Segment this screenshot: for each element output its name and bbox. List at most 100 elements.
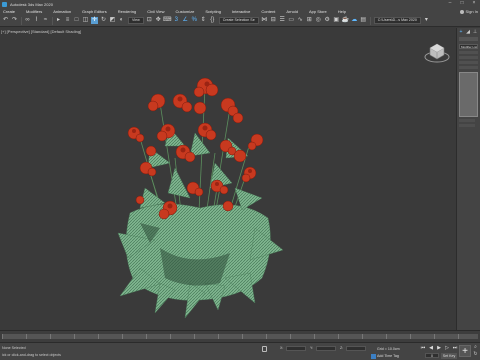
x-label: X: xyxy=(280,346,284,350)
region-select-icon[interactable]: □ xyxy=(73,17,80,24)
select-by-name-icon[interactable]: ≡ xyxy=(64,17,71,24)
reference-coordinate-dropdown[interactable]: View xyxy=(128,17,144,24)
toggle-ribbon-icon[interactable]: ▭ xyxy=(288,17,295,24)
command-panel: + ◢ ⊥ Modifier List xyxy=(456,28,480,330)
x-coordinate-field[interactable] xyxy=(286,346,306,351)
minimize-icon[interactable]: – xyxy=(447,1,453,6)
menu-app-store[interactable]: App Store xyxy=(309,9,327,14)
timeline-tick xyxy=(122,334,123,339)
a360-gallery-icon[interactable]: ▤ xyxy=(360,17,367,24)
go-to-start-icon[interactable]: ⏮ xyxy=(420,345,426,351)
keyboard-shortcut-icon[interactable]: ⌨ xyxy=(163,17,172,24)
menu-bar: Create Modifiers Animation Graph Editors… xyxy=(0,8,480,15)
modifier-stack-row[interactable] xyxy=(459,66,478,69)
stack-tools-bar[interactable] xyxy=(459,124,475,127)
render-in-cloud-icon[interactable]: ☁ xyxy=(351,17,358,24)
perspective-viewport[interactable]: [+] [Perspective] [Standard] [Default Sh… xyxy=(0,28,456,330)
object-name-field[interactable] xyxy=(459,37,478,41)
named-selection-set-dropdown[interactable]: Create Selection Se xyxy=(218,17,259,24)
track-bar[interactable] xyxy=(2,334,478,339)
timeline-tick xyxy=(194,334,195,339)
select-manipulate-icon[interactable]: ✥ xyxy=(155,17,162,24)
undo-icon[interactable]: ↶ xyxy=(2,17,9,24)
next-frame-icon[interactable]: ▷ xyxy=(444,345,450,351)
viewport-navigation-plus-icon[interactable]: + xyxy=(459,345,471,357)
menu-civil-view[interactable]: Civil View xyxy=(147,9,164,14)
go-to-end-icon[interactable]: ⏭ xyxy=(452,345,458,351)
menu-rendering[interactable]: Rendering xyxy=(118,9,136,14)
render-production-icon[interactable]: ☕ xyxy=(341,17,348,24)
mirror-icon[interactable]: ⋈ xyxy=(261,17,268,24)
menu-graph-editors[interactable]: Graph Editors xyxy=(82,9,107,14)
menu-interactive[interactable]: Interactive xyxy=(232,9,250,14)
maximize-icon[interactable]: □ xyxy=(459,1,465,6)
edit-named-selection-icon[interactable]: {} xyxy=(209,17,216,24)
toolbar-divider xyxy=(21,16,22,25)
add-time-tag-button[interactable]: Add Time Tag xyxy=(377,354,399,358)
z-coordinate-field[interactable] xyxy=(346,346,366,351)
time-slider[interactable] xyxy=(0,330,480,342)
select-object-icon[interactable]: ▸ xyxy=(55,17,62,24)
viewcube-icon[interactable] xyxy=(424,38,450,64)
pivot-center-icon[interactable]: ⊡ xyxy=(146,17,153,24)
menu-modifiers[interactable]: Modifiers xyxy=(26,9,42,14)
menu-arnold[interactable]: Arnold xyxy=(286,9,298,14)
orbit-icon[interactable]: ↻ xyxy=(473,352,478,357)
zoom-icon[interactable]: ⌕ xyxy=(473,345,478,350)
current-frame-field[interactable]: 0 xyxy=(425,353,439,358)
window-crossing-icon[interactable]: ◫ xyxy=(82,17,89,24)
place-icon[interactable]: ◐ xyxy=(118,17,125,24)
modifier-list-dropdown[interactable]: Modifier List xyxy=(459,44,478,49)
workspace-path-dropdown[interactable]: C:\Users\D...s Max 2020 xyxy=(373,17,421,24)
close-icon[interactable]: × xyxy=(471,1,477,6)
material-editor-icon[interactable]: ◎ xyxy=(315,17,322,24)
menu-scripting[interactable]: Scripting xyxy=(205,9,221,14)
spinner-snap-icon[interactable]: ⇕ xyxy=(200,17,207,24)
set-key-button[interactable]: Set Key xyxy=(441,353,457,359)
timeline-tick xyxy=(434,334,435,339)
unlink-icon[interactable]: ⌇ xyxy=(33,17,40,24)
timeline-tick xyxy=(314,334,315,339)
modifier-stack-row[interactable] xyxy=(459,51,478,54)
menu-create[interactable]: Create xyxy=(3,9,15,14)
bind-spacewarp-icon[interactable]: ≈ xyxy=(42,17,49,24)
grid-size-label: Grid = 10.0cm xyxy=(377,347,400,351)
select-scale-icon[interactable]: ◩ xyxy=(109,17,116,24)
select-move-icon[interactable]: ✛ xyxy=(91,17,98,24)
time-tag-icon[interactable] xyxy=(371,354,376,359)
align-icon[interactable]: ⊟ xyxy=(270,17,277,24)
3dsmax-logo-icon xyxy=(2,1,7,7)
redo-icon[interactable]: ↷ xyxy=(11,17,18,24)
schematic-view-icon[interactable]: ⊞ xyxy=(306,17,313,24)
y-coordinate-field[interactable] xyxy=(316,346,336,351)
layer-explorer-icon[interactable]: ☰ xyxy=(279,17,286,24)
selection-lock-icon[interactable] xyxy=(262,346,267,352)
create-tab-icon[interactable]: + xyxy=(458,29,464,35)
signin-area[interactable]: Sign In xyxy=(459,9,478,14)
angle-snap-icon[interactable]: ∠ xyxy=(182,17,189,24)
percent-snap-icon[interactable]: % xyxy=(191,17,198,24)
timeline-tick xyxy=(266,334,267,339)
playback-controls: ⏮ ◀ ▶ ▷ ⏭ xyxy=(420,345,458,351)
timeline-tick xyxy=(170,334,171,339)
menu-help[interactable]: Help xyxy=(338,9,346,14)
rendered-frame-window-icon[interactable]: ▣ xyxy=(333,17,340,24)
previous-frame-icon[interactable]: ◀ xyxy=(428,345,434,351)
modifier-stack-panel[interactable] xyxy=(459,72,478,117)
workspace-menu-icon[interactable]: ▾ xyxy=(423,17,430,24)
menu-animation[interactable]: Animation xyxy=(53,9,71,14)
menu-content[interactable]: Content xyxy=(261,9,275,14)
modifier-stack-row[interactable] xyxy=(459,56,478,59)
menu-customize[interactable]: Customize xyxy=(175,9,194,14)
stack-tools-bar[interactable] xyxy=(459,119,475,122)
curve-editor-icon[interactable]: ∿ xyxy=(297,17,304,24)
hierarchy-tab-icon[interactable]: ⊥ xyxy=(472,29,478,35)
modify-tab-icon[interactable]: ◢ xyxy=(465,29,471,35)
prompt-line: ick or click-and-drag to select objects xyxy=(2,353,61,357)
link-icon[interactable]: ∞ xyxy=(24,17,31,24)
select-rotate-icon[interactable]: ↻ xyxy=(100,17,107,24)
modifier-stack-row[interactable] xyxy=(459,61,478,64)
render-setup-icon[interactable]: ⚙ xyxy=(324,17,331,24)
snaps-toggle-icon[interactable]: 3 xyxy=(173,17,180,24)
play-icon[interactable]: ▶ xyxy=(436,345,442,351)
